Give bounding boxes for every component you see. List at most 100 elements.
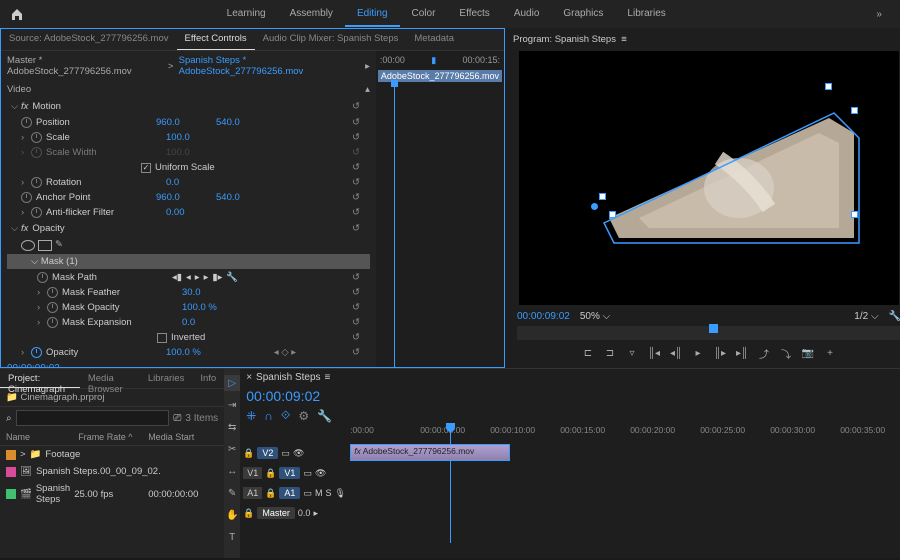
chevron-right-icon[interactable]: ›	[21, 132, 31, 143]
chevron-down-icon[interactable]: ⌵	[11, 223, 21, 234]
lock-icon[interactable]: 🔒	[243, 448, 254, 459]
reset-icon[interactable]: ↺	[352, 177, 360, 188]
wrench-icon[interactable]: 🔧	[226, 272, 238, 283]
col-name[interactable]: Name	[6, 432, 78, 442]
col-framerate[interactable]: Frame Rate ^	[78, 432, 148, 442]
program-scrubber[interactable]	[517, 326, 900, 340]
hand-tool[interactable]: ✋	[224, 507, 240, 523]
tab-audio-mixer[interactable]: Audio Clip Mixer: Spanish Steps	[255, 29, 407, 50]
selection-tool[interactable]: ▷	[224, 375, 240, 391]
reset-icon[interactable]: ↺	[352, 317, 360, 328]
reset-icon[interactable]: ↺	[352, 132, 360, 143]
stopwatch-icon[interactable]	[21, 192, 32, 203]
linked-selection-icon[interactable]: ∩	[264, 409, 273, 423]
step-fwd-icon[interactable]: ║▸	[713, 346, 727, 360]
tab-effect-controls[interactable]: Effect Controls	[177, 29, 255, 50]
export-frame-icon[interactable]: 📷	[801, 346, 815, 360]
track-select-tool[interactable]: ⇥	[224, 397, 240, 413]
tab-info[interactable]: Info	[192, 369, 224, 388]
stopwatch-icon[interactable]	[31, 132, 42, 143]
program-timecode[interactable]: 00:00:09:02	[517, 311, 570, 322]
slip-tool[interactable]: ↔	[224, 463, 240, 479]
track-v2[interactable]: V2	[257, 447, 278, 459]
tab-media-browser[interactable]: Media Browser	[80, 369, 140, 388]
ec-sequence[interactable]: Spanish Steps * AdobeStock_277796256.mov	[179, 55, 365, 77]
reset-icon[interactable]: ↺	[352, 101, 360, 112]
chevron-down-icon[interactable]: ⌵	[11, 101, 21, 112]
marker-icon[interactable]: ▿	[625, 346, 639, 360]
stopwatch-icon[interactable]	[47, 302, 58, 313]
track-a1[interactable]: A1	[279, 487, 300, 499]
ec-timecode[interactable]: 00:00:09:02	[1, 360, 376, 367]
eye-icon[interactable]: 👁	[315, 468, 326, 479]
reset-icon[interactable]: ↺	[352, 302, 360, 313]
type-tool[interactable]: T	[224, 529, 240, 545]
tab-metadata[interactable]: Metadata	[406, 29, 462, 50]
mute-button[interactable]: M	[315, 488, 323, 498]
resolution-dropdown[interactable]: 1/2 ⌵	[854, 311, 878, 322]
stopwatch-icon[interactable]	[47, 317, 58, 328]
ws-graphics[interactable]: Graphics	[551, 2, 615, 27]
reset-icon[interactable]: ↺	[352, 287, 360, 298]
reset-icon[interactable]: ↺	[352, 207, 360, 218]
chevron-down-icon[interactable]: ⌵	[31, 256, 38, 267]
mic-icon[interactable]: 🎙	[334, 488, 345, 499]
tab-project[interactable]: Project: Cinemagraph	[0, 369, 80, 388]
ws-color[interactable]: Color	[400, 2, 448, 27]
maskopacity-value[interactable]: 100.0 %	[182, 302, 242, 313]
home-icon[interactable]	[8, 5, 26, 23]
ws-assembly[interactable]: Assembly	[278, 2, 345, 27]
ws-effects[interactable]: Effects	[447, 2, 501, 27]
anchor-x[interactable]: 960.0	[156, 192, 216, 203]
position-y[interactable]: 540.0	[216, 117, 276, 128]
wrench-icon[interactable]: 🔧	[317, 409, 332, 423]
ws-editing[interactable]: Editing	[345, 2, 400, 27]
button-editor-icon[interactable]: +	[823, 346, 837, 360]
timeline-timecode[interactable]: 00:00:09:02	[240, 386, 900, 406]
reset-icon[interactable]: ↺	[352, 192, 360, 203]
mark-out-icon[interactable]: ⊐	[603, 346, 617, 360]
stopwatch-icon[interactable]	[37, 272, 48, 283]
uniform-scale-checkbox[interactable]: ✓	[141, 163, 151, 173]
mask-track-fwd-icon[interactable]: ▮▸	[212, 272, 222, 283]
source-a1[interactable]: A1	[243, 487, 262, 499]
eye-icon[interactable]: 👁	[293, 448, 304, 459]
track-v1[interactable]: V1	[279, 467, 300, 479]
mask-vertex-handle[interactable]	[609, 211, 616, 218]
go-to-out-icon[interactable]: ▸║	[735, 346, 749, 360]
feather-value[interactable]: 30.0	[182, 287, 242, 298]
reset-icon[interactable]: ↺	[352, 347, 360, 358]
zoom-dropdown[interactable]: 50% ⌵	[580, 311, 610, 322]
reset-icon[interactable]: ↺	[352, 117, 360, 128]
mask-1[interactable]: Mask (1)	[41, 256, 78, 267]
lock-icon[interactable]: 🔒	[265, 468, 276, 479]
col-mediastart[interactable]: Media Start	[148, 432, 218, 442]
ws-audio[interactable]: Audio	[502, 2, 552, 27]
track-master[interactable]: Master	[257, 507, 295, 519]
extract-icon[interactable]: ⤵	[779, 346, 793, 360]
effect-opacity[interactable]: Opacity	[32, 223, 64, 234]
go-to-in-icon[interactable]: ║◂	[647, 346, 661, 360]
lock-icon[interactable]: 🔒	[265, 488, 276, 499]
stopwatch-icon[interactable]	[21, 117, 32, 128]
mask-vertex-handle[interactable]	[851, 211, 858, 218]
reset-icon[interactable]: ↺	[352, 272, 360, 283]
mask-next-frame-icon[interactable]: ▸	[204, 272, 209, 283]
pen-mask-button[interactable]: ✎	[55, 239, 67, 251]
timeline-title[interactable]: Spanish Steps	[256, 372, 321, 383]
antiflicker-value[interactable]: 0.00	[166, 207, 226, 218]
mask-prev-frame-icon[interactable]: ◂	[186, 272, 191, 283]
ellipse-mask-button[interactable]	[21, 240, 35, 251]
reset-icon[interactable]: ↺	[352, 223, 360, 234]
play-icon[interactable]: ▸	[691, 346, 705, 360]
timeline-clip[interactable]: fx AdobeStock_277796256.mov	[350, 444, 510, 461]
mask-play-icon[interactable]: ▸	[195, 272, 200, 283]
search-input[interactable]	[16, 410, 170, 426]
scale-value[interactable]: 100.0	[166, 132, 226, 143]
mask-vertex-handle[interactable]	[599, 193, 606, 200]
mask-vertex-handle[interactable]	[825, 83, 832, 90]
settings-icon[interactable]: ⚙	[298, 409, 309, 423]
lift-icon[interactable]: ⤴	[757, 346, 771, 360]
time-ruler[interactable]: :00:0000:00:05:0000:00:10:0000:00:15:000…	[350, 425, 900, 443]
item-sequence[interactable]: 🎬 Spanish Steps25.00 fps00:00:00:00	[0, 480, 224, 508]
